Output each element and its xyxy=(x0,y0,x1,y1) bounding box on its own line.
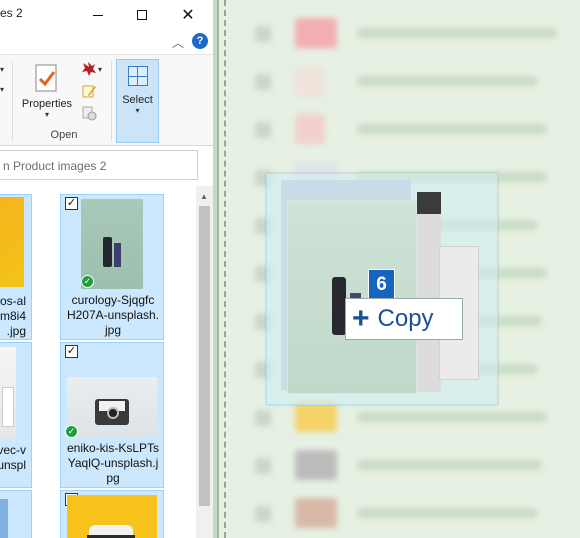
file-tile[interactable]: ✓ ✓ eniko-kis-KsLPTs YaqlQ-unsplash.j pg xyxy=(60,342,164,488)
synced-checkmark-icon: ✓ xyxy=(81,275,94,288)
file-list: os-al m8i4 .jpg ✓ ✓ curology-Sjqgfc H207… xyxy=(0,186,196,538)
plus-icon: + xyxy=(352,302,370,335)
checkbox-icon[interactable]: ✓ xyxy=(65,197,78,210)
checkbox-icon[interactable]: ✓ xyxy=(65,345,78,358)
chevron-down-icon: ▾ xyxy=(135,106,140,115)
help-icon[interactable]: ? xyxy=(192,33,208,49)
minimize-icon xyxy=(93,14,103,16)
file-name: os-al m8i4 .jpg xyxy=(0,294,26,338)
scroll-thumb[interactable] xyxy=(199,206,210,506)
open-with-icon[interactable] xyxy=(80,61,98,77)
minimize-button[interactable] xyxy=(75,0,121,30)
file-name: curology-Sjqgfc H207A-unsplash. jpg xyxy=(66,293,160,337)
file-thumbnail xyxy=(67,495,157,538)
open-group-label: Open xyxy=(50,129,78,141)
search-input[interactable]: n Product images 2 xyxy=(0,150,198,180)
file-tile[interactable]: ✓ xyxy=(60,490,164,538)
copy-tooltip: + Copy xyxy=(345,298,463,340)
copy-label: Copy xyxy=(377,305,434,332)
file-tile[interactable] xyxy=(0,490,32,538)
maximize-icon xyxy=(137,10,147,20)
history-icon[interactable] xyxy=(80,105,98,121)
properties-icon xyxy=(34,64,60,94)
drag-count-badge: 6 xyxy=(368,269,395,299)
properties-button[interactable]: Properties ▾ xyxy=(18,61,76,125)
synced-checkmark-icon: ✓ xyxy=(65,425,78,438)
file-thumbnail xyxy=(0,197,24,287)
maximize-button[interactable] xyxy=(119,0,165,30)
chevron-down-icon[interactable]: ▾ xyxy=(98,65,102,74)
close-button[interactable]: ✕ xyxy=(165,0,211,30)
window-title: es 2 xyxy=(0,6,23,20)
chevron-down-icon[interactable]: ▾ xyxy=(0,65,4,74)
properties-label: Properties xyxy=(21,98,73,110)
title-bar[interactable]: es 2 ✕ xyxy=(0,0,213,30)
list-item xyxy=(247,450,580,480)
list-item xyxy=(247,402,580,432)
chevron-down-icon: ▾ xyxy=(44,110,49,119)
file-tile[interactable]: ✓ ✓ curology-Sjqgfc H207A-unsplash. jpg xyxy=(60,194,164,340)
file-name: eniko-kis-KsLPTs YaqlQ-unsplash.j pg xyxy=(66,441,160,485)
drag-thumbnail xyxy=(417,192,441,392)
file-tile[interactable]: os-al m8i4 .jpg xyxy=(0,194,32,340)
select-button[interactable]: Select ▾ xyxy=(116,59,159,143)
file-thumbnail xyxy=(0,347,16,439)
vertical-scrollbar[interactable]: ▲ xyxy=(196,186,213,538)
list-item xyxy=(247,66,580,96)
select-all-icon xyxy=(127,66,148,86)
collapse-ribbon-icon[interactable]: ︿ xyxy=(172,34,184,51)
ribbon-separator xyxy=(111,61,112,141)
scroll-up-icon[interactable]: ▲ xyxy=(200,192,208,201)
file-thumbnail xyxy=(67,377,157,437)
file-name: vec-v unspl xyxy=(0,443,26,472)
file-tile[interactable]: vec-v unspl xyxy=(0,342,32,488)
list-item xyxy=(247,498,580,528)
file-explorer-window: es 2 ✕ ︿ ? ▾ ▾ Properties ▾ ▾ Open Selec… xyxy=(0,0,213,538)
list-item xyxy=(247,114,580,144)
edit-icon[interactable] xyxy=(80,83,98,99)
file-thumbnail xyxy=(0,499,8,538)
drop-target-dashed-border xyxy=(224,0,226,538)
select-label: Select xyxy=(122,94,153,106)
drag-thumbnail xyxy=(287,200,417,394)
list-item xyxy=(247,18,580,48)
chevron-down-icon[interactable]: ▾ xyxy=(0,85,4,94)
search-placeholder: n Product images 2 xyxy=(3,159,107,173)
close-icon: ✕ xyxy=(181,7,195,24)
ribbon-panel: ▾ ▾ Properties ▾ ▾ Open Select ▾ xyxy=(0,54,213,146)
